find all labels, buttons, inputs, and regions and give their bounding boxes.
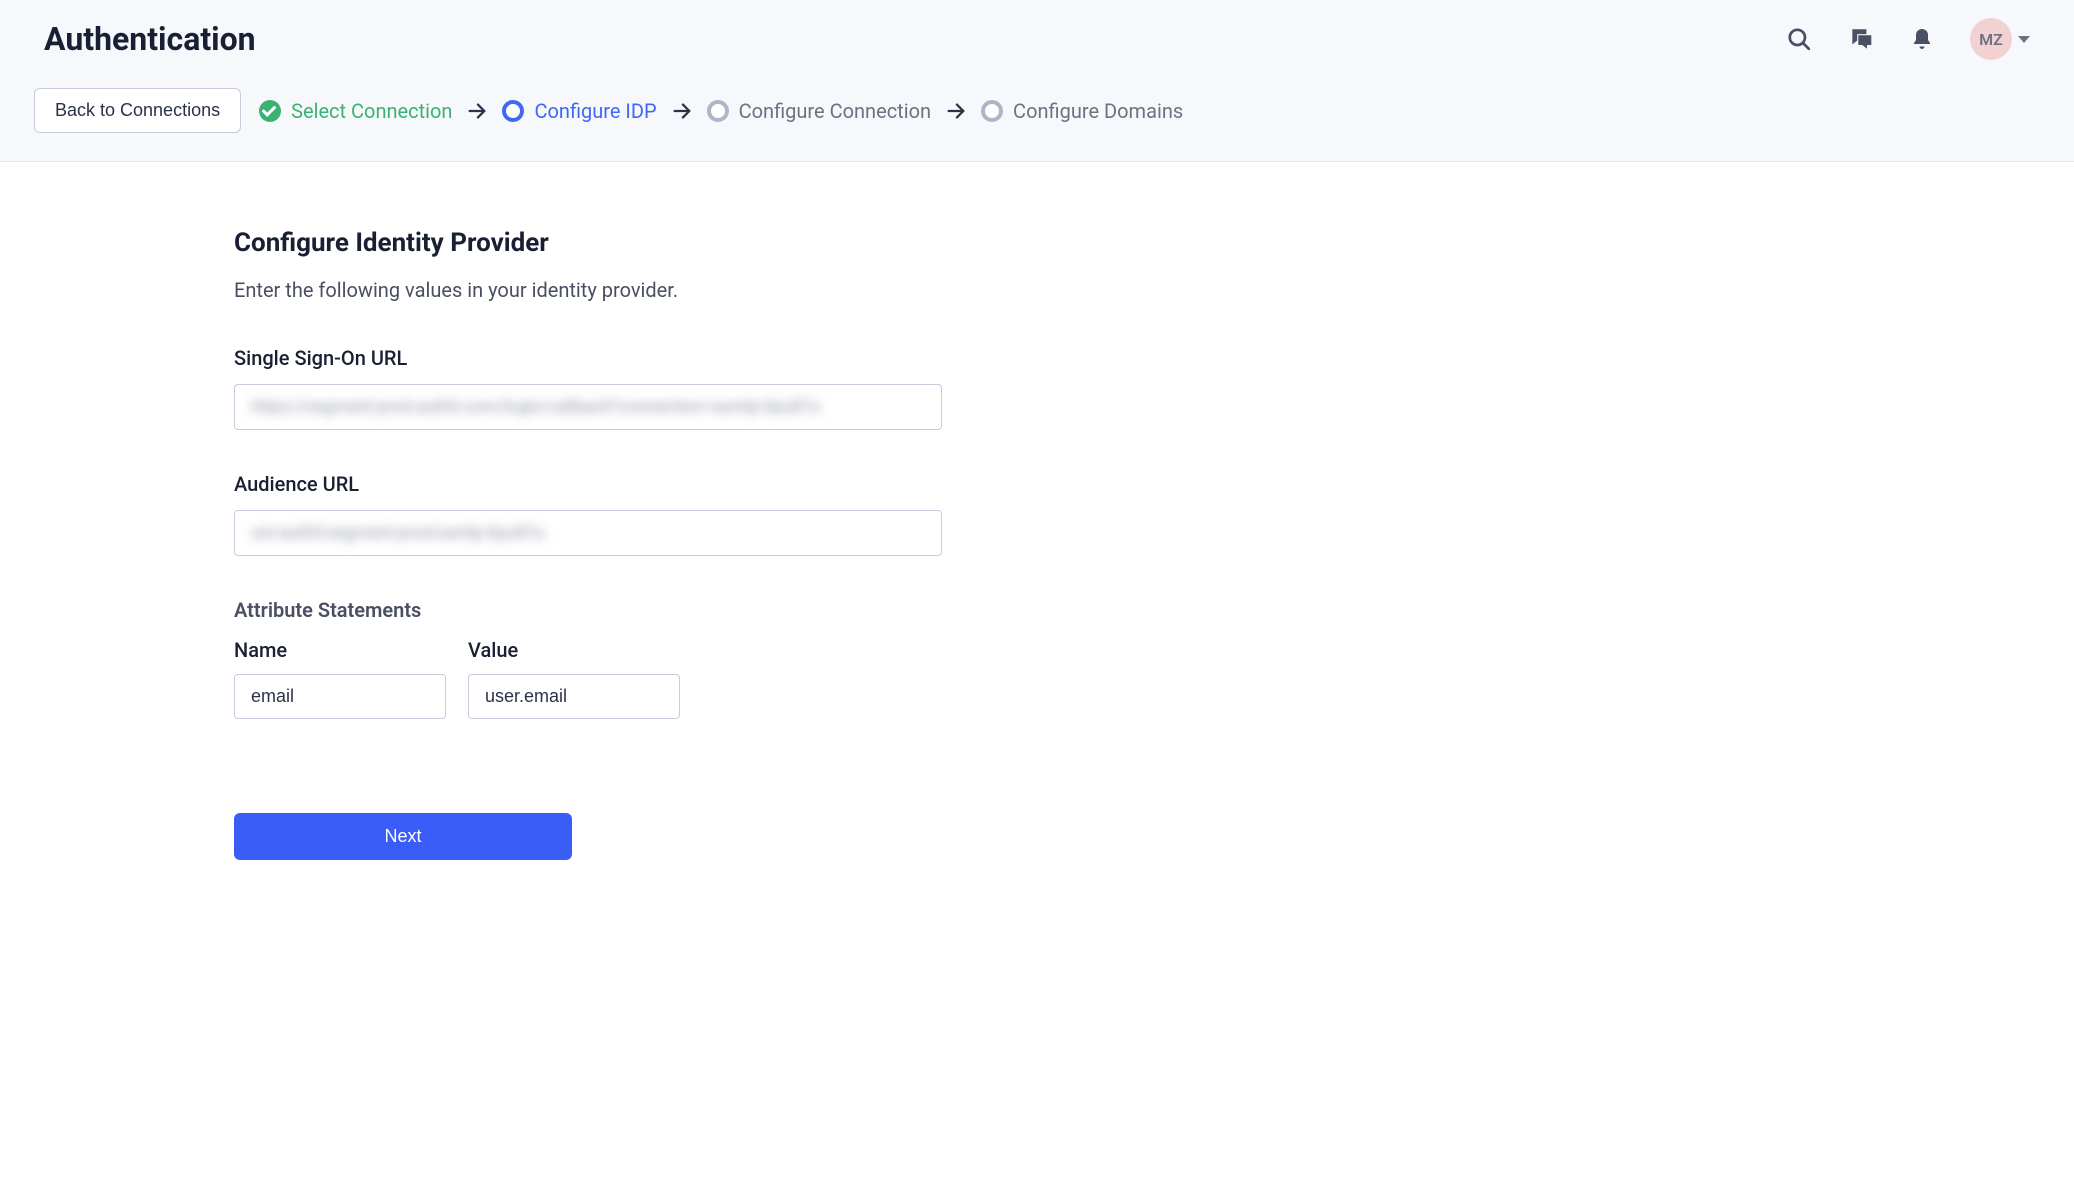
- attribute-statements-label: Attribute Statements: [234, 598, 2074, 622]
- back-to-connections-button[interactable]: Back to Connections: [34, 88, 241, 133]
- avatar: MZ: [1970, 18, 2012, 60]
- sso-url-field[interactable]: https://segment-prod.auth0.com/login/cal…: [234, 384, 942, 430]
- chevron-down-icon: [2018, 36, 2030, 43]
- arrow-right-icon: [945, 100, 967, 122]
- circle-icon: [502, 100, 524, 122]
- audience-url-field[interactable]: urn:auth0:segment-prod:samlp-0pu87u: [234, 510, 942, 556]
- circle-icon: [981, 100, 1003, 122]
- section-title: Configure Identity Provider: [234, 228, 2074, 258]
- search-icon[interactable]: [1786, 26, 1812, 52]
- step-select-connection[interactable]: Select Connection: [259, 99, 452, 123]
- arrow-right-icon: [671, 100, 693, 122]
- step-label: Select Connection: [291, 99, 452, 123]
- check-circle-icon: [259, 100, 281, 122]
- step-configure-idp[interactable]: Configure IDP: [502, 99, 656, 123]
- audience-url-label: Audience URL: [234, 472, 2074, 496]
- attr-name-input[interactable]: [234, 674, 446, 719]
- bell-icon[interactable]: [1910, 27, 1934, 51]
- step-configure-connection[interactable]: Configure Connection: [707, 99, 931, 123]
- attr-value-header: Value: [468, 638, 680, 662]
- sso-url-label: Single Sign-On URL: [234, 346, 2074, 370]
- attr-name-header: Name: [234, 638, 446, 662]
- arrow-right-icon: [466, 100, 488, 122]
- step-label: Configure Connection: [739, 99, 931, 123]
- section-description: Enter the following values in your ident…: [234, 278, 2074, 302]
- chat-icon[interactable]: [1848, 26, 1874, 52]
- stepper: Select Connection Configure IDP: [259, 99, 1183, 123]
- step-label: Configure IDP: [534, 99, 656, 123]
- step-configure-domains[interactable]: Configure Domains: [981, 99, 1183, 123]
- step-label: Configure Domains: [1013, 99, 1183, 123]
- attr-value-input[interactable]: [468, 674, 680, 719]
- next-button[interactable]: Next: [234, 813, 572, 860]
- user-menu[interactable]: MZ: [1970, 18, 2030, 60]
- header-actions: MZ: [1786, 18, 2030, 60]
- page-title: Authentication: [44, 20, 256, 58]
- circle-icon: [707, 100, 729, 122]
